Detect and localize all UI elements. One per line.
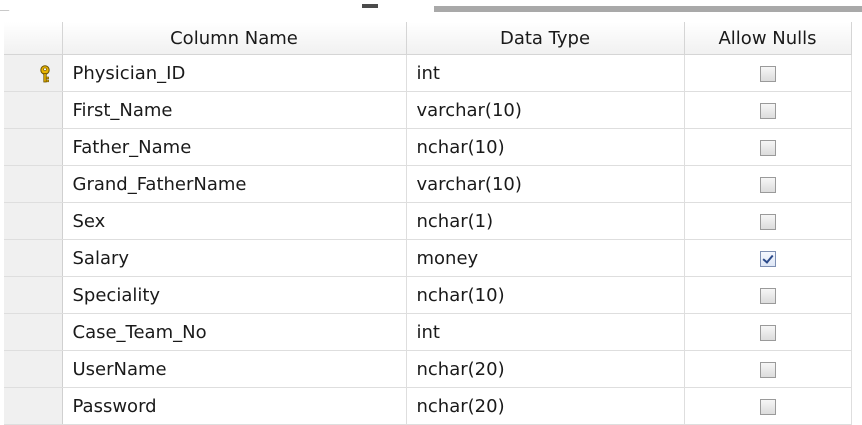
- allow-nulls-cell: [684, 239, 852, 277]
- allow-nulls-cell: [684, 54, 852, 92]
- table-row[interactable]: Salary money: [4, 239, 852, 277]
- column-designer-grid: Column Name Data Type Allow Nulls Physic…: [4, 22, 852, 425]
- table-row[interactable]: UserName nchar(20): [4, 350, 852, 388]
- allow-nulls-checkbox[interactable]: [759, 139, 776, 156]
- table-row[interactable]: Physician_ID int: [4, 54, 852, 92]
- column-name-cell[interactable]: Case_Team_No: [62, 313, 407, 351]
- data-type-cell[interactable]: nchar(10): [406, 128, 685, 166]
- horizontal-scrollbar[interactable]: [434, 6, 862, 12]
- row-selector[interactable]: [4, 91, 63, 129]
- data-type-header[interactable]: Data Type: [406, 22, 685, 55]
- allow-nulls-cell: [684, 165, 852, 203]
- tab-marker: [362, 4, 378, 8]
- column-name-cell[interactable]: Grand_FatherName: [62, 165, 407, 203]
- allow-nulls-cell: [684, 276, 852, 314]
- allow-nulls-cell: [684, 202, 852, 240]
- header-row: Column Name Data Type Allow Nulls: [4, 22, 852, 55]
- allow-nulls-cell: [684, 387, 852, 425]
- allow-nulls-checkbox[interactable]: [759, 102, 776, 119]
- table-row[interactable]: First_Name varchar(10): [4, 91, 852, 129]
- allow-nulls-cell: [684, 91, 852, 129]
- allow-nulls-checkbox[interactable]: [759, 176, 776, 193]
- data-type-cell[interactable]: varchar(10): [406, 91, 685, 129]
- table-row[interactable]: Speciality nchar(10): [4, 276, 852, 314]
- row-selector[interactable]: [4, 387, 63, 425]
- allow-nulls-checkbox[interactable]: [759, 361, 776, 378]
- table-row[interactable]: Grand_FatherName varchar(10): [4, 165, 852, 203]
- allow-nulls-checkbox[interactable]: [759, 324, 776, 341]
- table-row[interactable]: Father_Name nchar(10): [4, 128, 852, 166]
- data-type-cell[interactable]: money: [406, 239, 685, 277]
- allow-nulls-cell: [684, 350, 852, 388]
- allow-nulls-checkbox[interactable]: [759, 287, 776, 304]
- data-type-cell[interactable]: int: [406, 313, 685, 351]
- row-selector[interactable]: [4, 350, 63, 388]
- table-row[interactable]: Password nchar(20): [4, 387, 852, 425]
- allow-nulls-checkbox[interactable]: [759, 65, 776, 82]
- data-type-cell[interactable]: int: [406, 54, 685, 92]
- row-selector[interactable]: [4, 202, 63, 240]
- column-name-cell[interactable]: Speciality: [62, 276, 407, 314]
- table-row[interactable]: Case_Team_No int: [4, 313, 852, 351]
- allow-nulls-header[interactable]: Allow Nulls: [684, 22, 852, 55]
- column-name-cell[interactable]: Sex: [62, 202, 407, 240]
- allow-nulls-checkbox[interactable]: [759, 250, 776, 267]
- tab-corner: [0, 0, 18, 11]
- allow-nulls-checkbox[interactable]: [759, 398, 776, 415]
- data-type-cell[interactable]: varchar(10): [406, 165, 685, 203]
- row-selector[interactable]: [4, 54, 63, 92]
- column-name-cell[interactable]: UserName: [62, 350, 407, 388]
- row-selector[interactable]: [4, 313, 63, 351]
- column-name-cell[interactable]: Father_Name: [62, 128, 407, 166]
- allow-nulls-cell: [684, 313, 852, 351]
- key-icon: [39, 65, 50, 83]
- data-type-cell[interactable]: nchar(20): [406, 350, 685, 388]
- row-selector[interactable]: [4, 239, 63, 277]
- allow-nulls-checkbox[interactable]: [759, 213, 776, 230]
- row-selector[interactable]: [4, 276, 63, 314]
- row-selector[interactable]: [4, 128, 63, 166]
- row-selector[interactable]: [4, 165, 63, 203]
- table-row[interactable]: Sex nchar(1): [4, 202, 852, 240]
- designer-top-strip: [0, 0, 862, 22]
- data-type-cell[interactable]: nchar(20): [406, 387, 685, 425]
- column-name-cell[interactable]: First_Name: [62, 91, 407, 129]
- data-type-cell[interactable]: nchar(1): [406, 202, 685, 240]
- column-name-cell[interactable]: Physician_ID: [62, 54, 407, 92]
- column-name-cell[interactable]: Salary: [62, 239, 407, 277]
- row-selector-header[interactable]: [4, 22, 63, 55]
- column-name-cell[interactable]: Password: [62, 387, 407, 425]
- data-type-cell[interactable]: nchar(10): [406, 276, 685, 314]
- column-name-header[interactable]: Column Name: [62, 22, 407, 55]
- allow-nulls-cell: [684, 128, 852, 166]
